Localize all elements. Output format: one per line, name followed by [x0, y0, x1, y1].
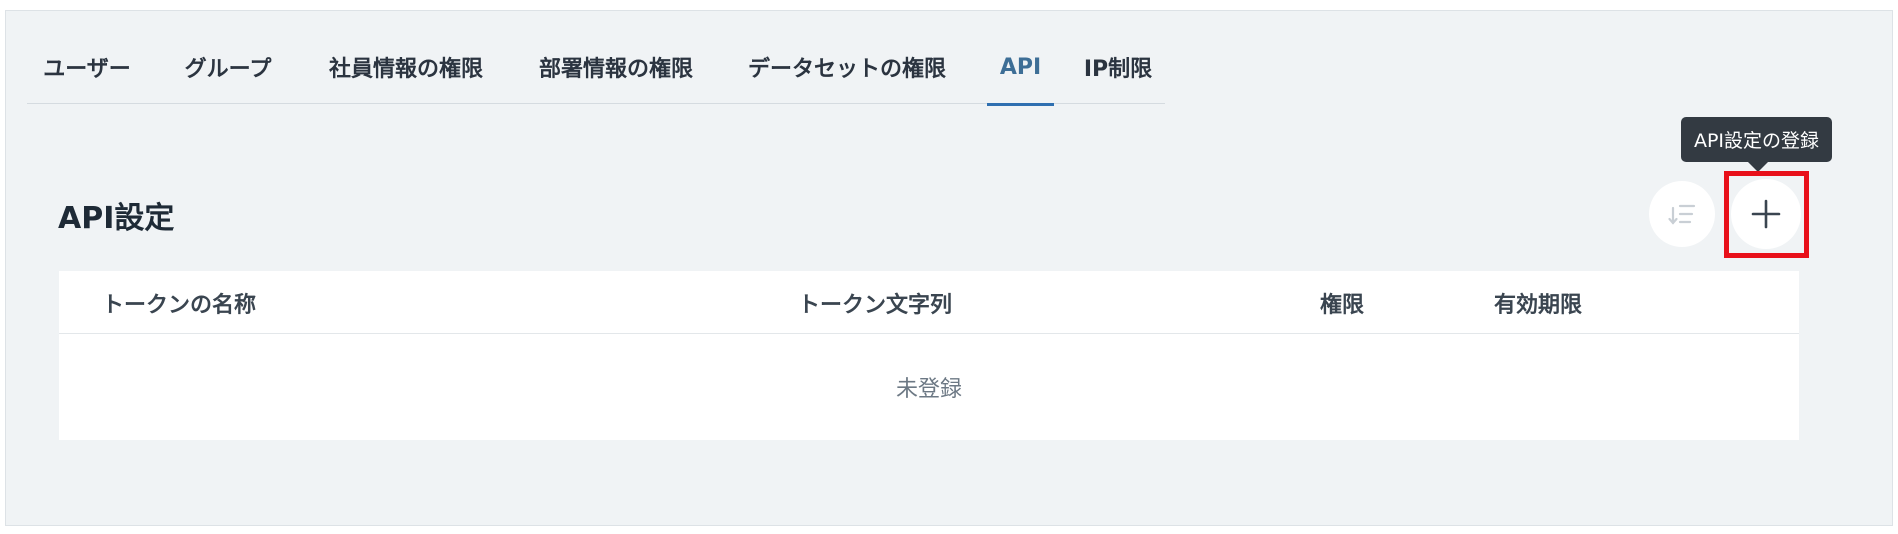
plus-icon	[1751, 199, 1781, 229]
api-token-table: トークンの名称 トークン文字列 権限 有効期限 未登録	[59, 271, 1799, 440]
column-expiration[interactable]: 有効期限	[1494, 271, 1582, 334]
tab-employee-permissions[interactable]: 社員情報の権限	[321, 30, 491, 104]
tab-groups[interactable]: グループ	[181, 30, 275, 104]
sort-button[interactable]	[1649, 181, 1715, 247]
tab-users[interactable]: ユーザー	[40, 30, 134, 104]
tab-department-permissions[interactable]: 部署情報の権限	[531, 30, 701, 104]
add-api-button[interactable]	[1731, 179, 1801, 249]
tab-dataset-permissions[interactable]: データセットの権限	[739, 30, 955, 104]
column-permission[interactable]: 権限	[1320, 271, 1364, 334]
sort-icon	[1668, 204, 1696, 225]
tab-api[interactable]: API	[987, 30, 1054, 106]
add-api-tooltip: API設定の登録	[1681, 117, 1832, 172]
tab-ip-restriction[interactable]: IP制限	[1080, 30, 1156, 104]
table-header: トークンの名称 トークン文字列 権限 有効期限	[59, 271, 1799, 334]
tab-bar: ユーザー グループ 社員情報の権限 部署情報の権限 データセットの権限 API …	[27, 30, 1165, 106]
section-title: API設定	[58, 201, 175, 236]
empty-state-text: 未登録	[895, 377, 962, 402]
column-token-name[interactable]: トークンの名称	[102, 271, 256, 334]
column-token-string[interactable]: トークン文字列	[798, 271, 952, 334]
